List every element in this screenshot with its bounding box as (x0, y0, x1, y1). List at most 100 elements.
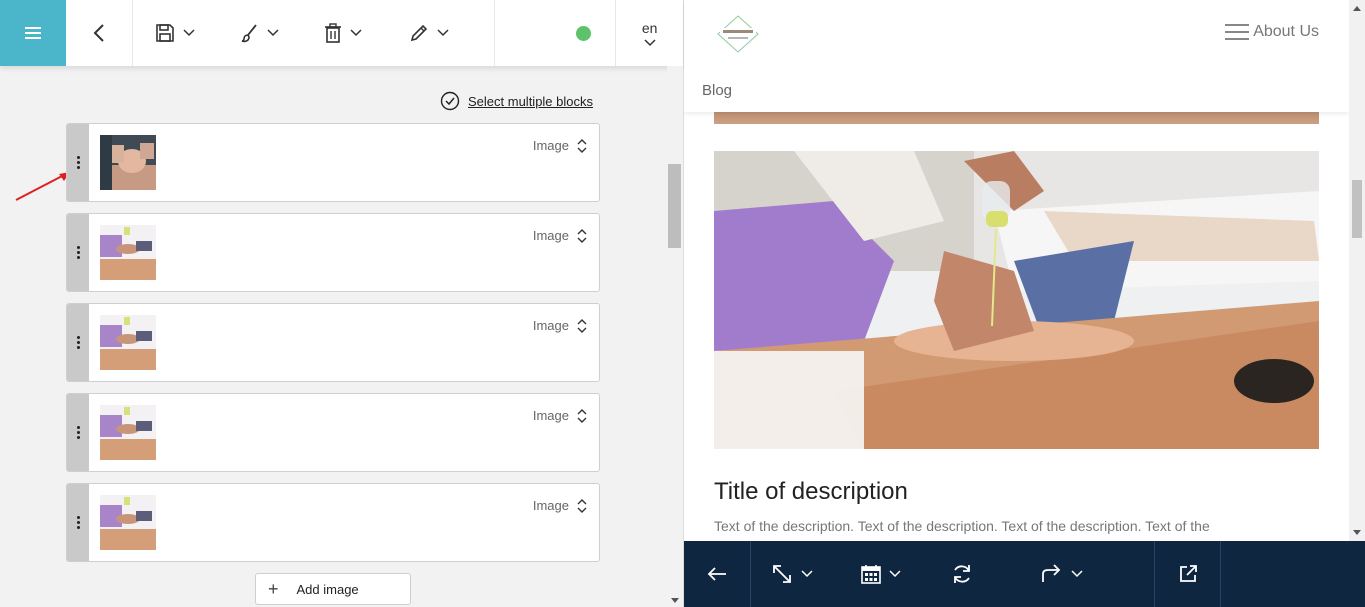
refresh-button[interactable] (951, 563, 1041, 585)
block-type-selector[interactable]: Image (533, 228, 587, 243)
language-selector[interactable]: en (616, 0, 683, 66)
pencil-icon (410, 24, 427, 42)
schedule-dropdown[interactable] (861, 564, 951, 584)
list-item[interactable]: Image (66, 303, 600, 382)
scroll-down-icon[interactable] (1353, 530, 1361, 535)
resize-dropdown[interactable] (771, 563, 861, 585)
chevron-down-icon (437, 29, 449, 37)
site-logo[interactable] (714, 14, 762, 59)
block-thumbnail (100, 135, 156, 190)
chevron-down-icon (801, 570, 813, 578)
hamburger-icon (24, 27, 41, 39)
block-type-selector[interactable]: Image (533, 408, 587, 423)
editor-scrollbar[interactable] (667, 66, 683, 607)
preview-toolbar (684, 541, 1365, 607)
check-circle-icon (440, 91, 460, 111)
save-icon (155, 24, 174, 42)
toolbar-actions (133, 0, 495, 66)
site-header: About Us Blog (684, 0, 1349, 112)
block-thumbnail (100, 405, 156, 460)
block-thumbnail (100, 225, 156, 280)
app: en Select multiple blocks Image Image Im… (0, 0, 1365, 607)
site-nav-menu[interactable]: About Us (1225, 22, 1319, 42)
description-text: Text of the description. Text of the des… (714, 518, 1210, 534)
sort-icon (577, 498, 587, 513)
annotation-arrow-icon (15, 172, 70, 201)
refresh-icon (954, 565, 970, 583)
chevron-down-icon (267, 29, 279, 37)
arrow-left-icon (707, 567, 726, 581)
block-type-label: Image (532, 318, 569, 333)
language-label: en (641, 19, 658, 36)
external-link-icon (1179, 565, 1197, 582)
drag-handle[interactable] (67, 394, 89, 471)
preview-panel: About Us Blog Title of description Text … (684, 0, 1365, 607)
delete-dropdown[interactable] (324, 0, 409, 66)
drag-handle[interactable] (67, 214, 89, 291)
sort-icon (577, 138, 587, 153)
block-list: Image Image Image Image Image (66, 123, 600, 573)
edit-dropdown[interactable] (409, 0, 494, 66)
editor-toolbar: en (0, 0, 683, 66)
scrollbar-thumb[interactable] (668, 164, 681, 248)
list-item[interactable]: Image (66, 213, 600, 292)
share-dropdown[interactable] (1041, 564, 1131, 584)
calendar-icon (861, 565, 881, 584)
select-multiple-blocks-link[interactable]: Select multiple blocks (440, 91, 593, 111)
preview-actions (751, 541, 1155, 607)
sort-icon (577, 228, 587, 243)
drag-handle-icon (76, 156, 80, 169)
hamburger-icon (1225, 24, 1250, 40)
share-icon (1042, 564, 1061, 582)
style-dropdown[interactable] (239, 0, 324, 66)
description-title: Title of description (714, 478, 908, 505)
block-type-selector[interactable]: Image (533, 138, 587, 153)
drag-handle-icon (76, 246, 80, 259)
open-external-button[interactable] (1155, 541, 1221, 607)
block-type-label: Image (532, 408, 569, 423)
resize-icon (773, 565, 791, 583)
editor-panel: en Select multiple blocks Image Image Im… (0, 0, 684, 607)
preview-back-button[interactable] (684, 541, 751, 607)
block-type-label: Image (532, 228, 569, 243)
add-image-label: Add image (296, 581, 359, 597)
sort-icon (577, 408, 587, 423)
drag-handle-icon (76, 516, 80, 529)
chevron-down-icon (350, 29, 362, 37)
add-image-button[interactable]: + Add image (255, 573, 411, 605)
nav-blog-link[interactable]: Blog (702, 82, 732, 99)
drag-handle-icon (76, 336, 80, 349)
preview-scrollbar[interactable] (1349, 0, 1365, 541)
status-dot (576, 25, 592, 41)
scroll-up-icon[interactable] (1353, 6, 1361, 11)
block-type-selector[interactable]: Image (533, 318, 587, 333)
block-thumbnail (100, 315, 156, 370)
chevron-down-icon (644, 38, 656, 46)
preview-image (714, 151, 1319, 449)
drag-handle-icon (76, 426, 80, 439)
chevron-left-icon (93, 24, 104, 42)
block-type-selector[interactable]: Image (533, 498, 587, 513)
chevron-down-icon (1071, 570, 1083, 578)
block-thumbnail (100, 495, 156, 550)
block-type-label: Image (532, 138, 569, 153)
drag-handle[interactable] (67, 124, 89, 201)
list-item[interactable]: Image (66, 123, 600, 202)
back-button[interactable] (66, 0, 133, 66)
drag-handle[interactable] (67, 304, 89, 381)
list-item[interactable]: Image (66, 393, 600, 472)
scroll-down-icon[interactable] (671, 598, 679, 603)
brush-icon (242, 24, 258, 43)
chevron-down-icon (889, 570, 901, 578)
scrollbar-thumb[interactable] (1352, 180, 1362, 238)
nav-about-link[interactable]: About Us (1253, 23, 1319, 41)
block-type-label: Image (532, 498, 569, 513)
sort-icon (577, 318, 587, 333)
plus-icon: + (268, 579, 279, 599)
drag-handle[interactable] (67, 484, 89, 561)
list-item[interactable]: Image (66, 483, 600, 562)
select-multiple-label: Select multiple blocks (468, 93, 593, 109)
save-dropdown[interactable] (155, 0, 240, 66)
chevron-down-icon (183, 29, 195, 37)
menu-button[interactable] (0, 0, 66, 66)
